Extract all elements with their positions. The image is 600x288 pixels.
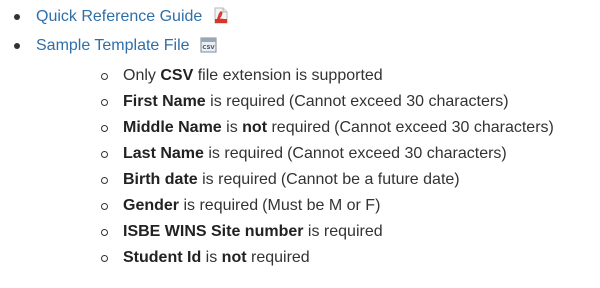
requirement-text: is bbox=[201, 249, 222, 266]
bullet bbox=[101, 99, 108, 106]
requirement-item: Gender is required (Must be M or F) bbox=[36, 193, 554, 219]
requirement-item: Middle Name is not required (Cannot excee… bbox=[36, 115, 554, 141]
requirement-item: Only CSV file extension is supported bbox=[36, 63, 554, 89]
requirement-bold: Student Id bbox=[123, 249, 202, 266]
requirement-bold: CSV bbox=[160, 67, 194, 84]
bullet bbox=[14, 14, 20, 20]
requirement-text: Only bbox=[123, 67, 161, 84]
bullet bbox=[101, 177, 108, 184]
requirement-bold: Birth date bbox=[123, 171, 198, 188]
requirement-item: Last Name is required (Cannot exceed 30 c… bbox=[36, 141, 554, 167]
requirement-text: required bbox=[246, 249, 310, 266]
requirement-bold: ISBE WINS Site number bbox=[123, 223, 304, 240]
requirement-text: is required bbox=[197, 171, 277, 188]
quick-reference-guide-link[interactable]: Quick Reference Guide bbox=[36, 8, 202, 25]
bullet bbox=[101, 229, 108, 236]
requirement-note: (Must be M or F) bbox=[262, 197, 381, 214]
csv-file-icon[interactable]: CSV bbox=[200, 34, 217, 63]
requirement-item: Birth date is required (Cannot be a futur… bbox=[36, 167, 554, 193]
requirement-note: (Cannot exceed 30 characters) bbox=[334, 119, 554, 136]
requirement-bold: not bbox=[242, 119, 268, 136]
bullet bbox=[101, 125, 108, 132]
requirement-note: (Cannot exceed 30 characters) bbox=[287, 145, 507, 162]
requirement-bold: First Name bbox=[123, 93, 206, 110]
requirement-text: is required bbox=[303, 223, 383, 240]
requirement-bold: Middle Name bbox=[123, 119, 222, 136]
requirement-text: is required bbox=[179, 197, 259, 214]
requirement-bold: Last Name bbox=[123, 145, 204, 162]
requirement-item: ISBE WINS Site number is required bbox=[36, 219, 554, 245]
requirement-note: (Cannot be a future date) bbox=[280, 171, 460, 188]
resource-list: Quick Reference Guide Sample Template Fi… bbox=[0, 2, 554, 266]
requirement-bold: not bbox=[221, 249, 247, 266]
sample-template-file-link[interactable]: Sample Template File bbox=[36, 37, 190, 54]
list-item-quick-reference: Quick Reference Guide bbox=[0, 2, 554, 31]
requirement-item: Student Id is not required bbox=[36, 245, 554, 271]
requirement-item: First Name is required (Cannot exceed 30 … bbox=[36, 89, 554, 115]
bullet bbox=[101, 255, 108, 262]
requirement-text: is bbox=[221, 119, 243, 136]
list-item-sample-template: Sample Template File CSV Only CSV file e… bbox=[0, 31, 554, 266]
requirement-text: required bbox=[267, 119, 331, 136]
bullet bbox=[101, 73, 108, 80]
requirement-text: file extension is supported bbox=[193, 67, 383, 84]
requirement-bold: Gender bbox=[123, 197, 180, 214]
csv-icon-text: CSV bbox=[202, 45, 215, 51]
requirements-list: Only CSV file extension is supported Fir… bbox=[36, 63, 554, 271]
requirement-text: is required bbox=[203, 145, 284, 162]
bullet bbox=[101, 151, 108, 158]
requirement-note: (Cannot exceed 30 characters) bbox=[288, 93, 509, 110]
pdf-icon[interactable] bbox=[213, 5, 229, 34]
bullet bbox=[14, 43, 20, 49]
requirement-text: is required bbox=[205, 93, 285, 110]
bullet bbox=[101, 203, 108, 210]
